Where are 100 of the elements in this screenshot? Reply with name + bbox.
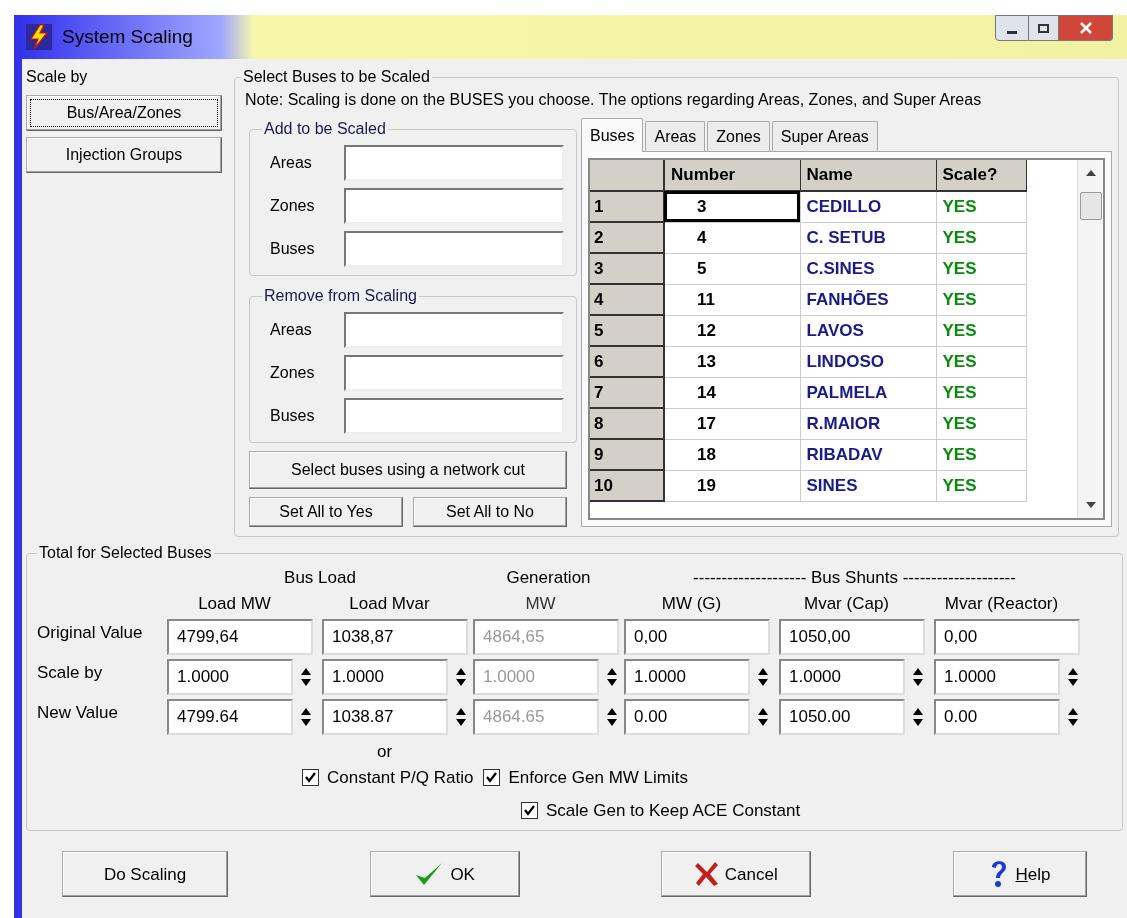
maximize-button[interactable]: [1029, 15, 1059, 41]
value-field[interactable]: 1.0000: [167, 659, 293, 695]
value-field[interactable]: 4799.64: [167, 699, 293, 735]
network-cut-button[interactable]: Select buses using a network cut: [249, 451, 567, 489]
row-header-cell: 10: [590, 470, 664, 501]
tab[interactable]: Super Areas: [771, 121, 878, 151]
table-cell[interactable]: 17: [664, 408, 800, 439]
table-cell: C.SINES: [800, 253, 936, 284]
value-field[interactable]: 1050.00: [779, 699, 905, 735]
table-cell: LINDOSO: [800, 346, 936, 377]
field-label: Buses: [269, 406, 316, 426]
column-label: Mvar (Cap): [803, 593, 890, 615]
dialog-button[interactable]: Help: [952, 851, 1087, 898]
value-field[interactable]: 1.0000: [322, 659, 448, 695]
text-field[interactable]: [344, 231, 564, 267]
maximize-icon: [1038, 23, 1049, 33]
row-header-cell: 2: [590, 222, 664, 253]
table-cell[interactable]: 3: [664, 191, 800, 222]
dialog-button[interactable]: Cancel: [661, 851, 812, 898]
set-all-button[interactable]: Set All to No: [413, 497, 567, 527]
table-cell[interactable]: 13: [664, 346, 800, 377]
value-field[interactable]: 4799,64: [167, 619, 313, 655]
value-field[interactable]: 0,00: [934, 619, 1080, 655]
text-field[interactable]: [344, 355, 564, 391]
group-title: Add to be Scaled: [263, 119, 387, 139]
field-label: Areas: [269, 320, 313, 340]
table-cell: YES: [936, 439, 1026, 470]
table-cell: YES: [936, 284, 1026, 315]
text-field[interactable]: [344, 398, 564, 434]
value-field[interactable]: 1.0000: [624, 659, 750, 695]
value-field[interactable]: 0.00: [624, 699, 750, 735]
field-label: Areas: [269, 153, 313, 173]
scroll-thumb[interactable]: [1079, 192, 1102, 220]
lightning-app-icon: [26, 24, 52, 50]
table-cell[interactable]: 18: [664, 439, 800, 470]
table-cell: LAVOS: [800, 315, 936, 346]
scroll-up-icon: [1085, 170, 1096, 176]
dialog-button[interactable]: Do Scaling: [62, 851, 228, 898]
column-header: Scale?: [936, 160, 1026, 191]
window-title: System Scaling: [62, 24, 193, 49]
scale-option-button[interactable]: Bus/Area/Zones: [26, 95, 222, 131]
column-header: Name: [800, 160, 936, 191]
value-field[interactable]: 1.0000: [779, 659, 905, 695]
column-label: Mvar (Reactor): [943, 593, 1060, 615]
field-label: Zones: [269, 363, 316, 383]
value-field[interactable]: 0.00: [934, 699, 1060, 735]
row-header-cell: 9: [590, 439, 664, 470]
row-header-cell: 8: [590, 408, 664, 439]
column-label: Load MW: [197, 593, 272, 615]
text-field[interactable]: [344, 145, 564, 181]
set-all-button[interactable]: Set All to Yes: [249, 497, 403, 527]
x-mark-icon: [694, 861, 719, 888]
minimize-button[interactable]: [995, 15, 1029, 41]
table-cell: PALMELA: [800, 377, 936, 408]
spin-arrows-icon: [912, 666, 924, 688]
table-cell: SINES: [800, 470, 936, 501]
table-cell: YES: [936, 253, 1026, 284]
table-cell[interactable]: 5: [664, 253, 800, 284]
table-cell[interactable]: 19: [664, 470, 800, 501]
value-field[interactable]: 1050,00: [779, 619, 925, 655]
table-cell: YES: [936, 222, 1026, 253]
table-cell[interactable]: 4: [664, 222, 800, 253]
vertical-scrollbar[interactable]: [1077, 160, 1103, 518]
value-field[interactable]: 0,00: [624, 619, 770, 655]
table-cell: YES: [936, 408, 1026, 439]
spin-arrows-icon: [757, 666, 769, 688]
value-field[interactable]: 1.0000: [934, 659, 1060, 695]
table-cell[interactable]: 11: [664, 284, 800, 315]
row-header-cell: 7: [590, 377, 664, 408]
table-cell: YES: [936, 191, 1026, 222]
row-label: New Value: [37, 702, 119, 724]
scale-by-label: Scale by: [26, 67, 89, 87]
value-field[interactable]: 1038.87: [322, 699, 448, 735]
row-header-cell: 5: [590, 315, 664, 346]
text-field[interactable]: [344, 188, 564, 224]
table-cell: RIBADAV: [800, 439, 936, 470]
text-field[interactable]: [344, 312, 564, 348]
field-label: Buses: [269, 239, 316, 259]
table-cell[interactable]: 14: [664, 377, 800, 408]
close-icon: [1078, 22, 1093, 34]
checkbox[interactable]: [302, 768, 319, 786]
table-cell: FANHÕES: [800, 284, 936, 315]
checkbox[interactable]: [483, 768, 501, 786]
value-field[interactable]: 1038,87: [322, 619, 468, 655]
group-heading: -------------------- Bus Shunts --------------------: [692, 567, 1017, 589]
group-title: Total for Selected Buses: [38, 543, 213, 563]
spin-arrows-icon: [757, 706, 769, 728]
checkbox[interactable]: [521, 802, 538, 820]
tab[interactable]: Areas: [645, 121, 706, 151]
table-cell: YES: [936, 470, 1026, 501]
table-cell: YES: [936, 377, 1026, 408]
tab[interactable]: Buses: [581, 118, 644, 152]
checkbox-label: Enforce Gen MW Limits: [508, 766, 688, 789]
table-cell[interactable]: 12: [664, 315, 800, 346]
dialog-button[interactable]: OK: [369, 851, 520, 898]
scale-option-button[interactable]: Injection Groups: [26, 137, 222, 173]
tab[interactable]: Zones: [707, 121, 770, 151]
group-title: Remove from Scaling: [263, 286, 418, 306]
close-button[interactable]: [1059, 15, 1113, 41]
spin-arrows-icon: [300, 706, 312, 728]
